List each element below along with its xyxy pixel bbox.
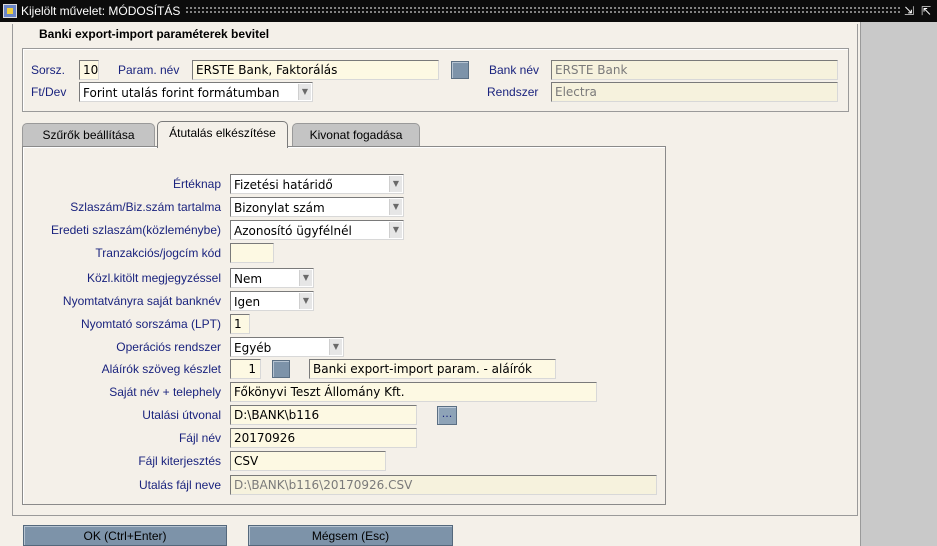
szlaszam-value: Bizonylat szám [234, 201, 325, 215]
utalas-fajl-label: Utalás fájl neve [138, 478, 221, 492]
utvonal-field[interactable]: D:\BANK\b116 [230, 405, 417, 425]
kiterjesztes-field[interactable]: CSV [230, 451, 386, 471]
chevron-down-icon[interactable]: ▼ [329, 339, 342, 355]
erteknap-select[interactable]: Fizetési határidő ▼ [230, 174, 404, 194]
kozl-value: Nem [234, 272, 263, 286]
kiterjesztes-label: Fájl kiterjesztés [138, 454, 221, 468]
app-icon [3, 4, 17, 18]
rendszer-label: Rendszer [487, 85, 539, 99]
sajat-nev-label: Saját név + telephely [109, 385, 221, 399]
browse-button[interactable]: ... [437, 406, 457, 425]
maximize-icon[interactable]: ⇱ [919, 4, 933, 18]
title-bar-grip [185, 6, 901, 15]
chevron-down-icon[interactable]: ▼ [299, 270, 312, 286]
utalas-fajl-field[interactable]: D:\BANK\b116\20170926.CSV [230, 475, 657, 495]
kozl-select[interactable]: Nem ▼ [230, 268, 314, 288]
operacios-value: Egyéb [234, 341, 272, 355]
params-box [22, 48, 849, 112]
erteknap-value: Fizetési határidő [234, 178, 333, 192]
chevron-down-icon[interactable]: ▼ [298, 84, 311, 100]
minimize-icon[interactable]: ⇲ [902, 4, 916, 18]
tranzakcios-field[interactable] [230, 243, 274, 263]
erteknap-label: Értéknap [172, 177, 221, 191]
sorsz-field[interactable]: 10 [79, 60, 99, 80]
chevron-down-icon[interactable]: ▼ [389, 176, 402, 192]
szlaszam-select[interactable]: Bizonylat szám ▼ [230, 197, 404, 217]
eredeti-select[interactable]: Azonosító ügyfélnél ▼ [230, 220, 404, 240]
ftdev-label: Ft/Dev [31, 85, 67, 99]
utvonal-label: Utalási útvonal [142, 408, 221, 422]
operacios-select[interactable]: Egyéb ▼ [230, 337, 344, 357]
kozl-label: Közl.kitölt megjegyzéssel [86, 271, 221, 285]
bank-nev-label: Bank név [489, 63, 540, 77]
ftdev-value: Forint utalás forint formátumban [83, 86, 280, 100]
nyomtatvany-value: Igen [234, 295, 261, 309]
title-bar: Kijelölt művelet: MÓDOSÍTÁS ⇲ ⇱ [0, 0, 937, 22]
alairok-name-field[interactable]: Banki export-import param. - aláírók [309, 359, 556, 379]
right-background-strip [860, 22, 937, 546]
param-nev-field[interactable]: ERSTE Bank, Faktorálás [192, 60, 439, 80]
cancel-button[interactable]: Mégsem (Esc) [248, 525, 453, 546]
tab-atutalas[interactable]: Átutalás elkészítése [157, 121, 288, 148]
page-title: Banki export-import paraméterek bevitel [39, 27, 270, 41]
param-nev-label: Param. név [118, 63, 180, 77]
nyomtato-label: Nyomtató sorszáma (LPT) [80, 317, 221, 331]
fajl-nev-field[interactable]: 20170926 [230, 428, 417, 448]
alairok-num-field[interactable]: 1 [230, 359, 261, 379]
alairok-lookup-button[interactable] [272, 360, 290, 378]
sorsz-label: Sorsz. [31, 63, 66, 77]
chevron-down-icon[interactable]: ▼ [389, 222, 402, 238]
tab-szurok[interactable]: Szűrők beállítása [22, 123, 155, 147]
nyomtatvany-select[interactable]: Igen ▼ [230, 291, 314, 311]
nyomtato-field[interactable]: 1 [230, 314, 250, 334]
chevron-down-icon[interactable]: ▼ [389, 199, 402, 215]
alairok-label: Aláírók szöveg készlet [101, 362, 221, 376]
window-title: Kijelölt művelet: MÓDOSÍTÁS [21, 4, 181, 18]
eredeti-label: Eredeti szlaszám(közleménybe) [50, 223, 221, 237]
szlaszam-label: Szlaszám/Biz.szám tartalma [70, 200, 221, 214]
param-lookup-button[interactable] [451, 61, 469, 79]
ftdev-select[interactable]: Forint utalás forint formátumban ▼ [79, 82, 313, 102]
ok-button[interactable]: OK (Ctrl+Enter) [23, 525, 227, 546]
rendszer-field[interactable]: Electra [551, 82, 838, 102]
tab-kivonat[interactable]: Kivonat fogadása [292, 123, 420, 147]
sajat-nev-field[interactable]: Főkönyvi Teszt Állomány Kft. [230, 382, 597, 402]
operacios-label: Operációs rendszer [116, 340, 221, 354]
chevron-down-icon[interactable]: ▼ [299, 293, 312, 309]
nyomtatvany-label: Nyomtatványra saját banknév [62, 294, 221, 308]
tranzakcios-label: Tranzakciós/jogcím kód [95, 246, 221, 260]
fajl-nev-label: Fájl név [178, 431, 221, 445]
eredeti-value: Azonosító ügyfélnél [234, 224, 352, 238]
bank-nev-field[interactable]: ERSTE Bank [551, 60, 838, 80]
